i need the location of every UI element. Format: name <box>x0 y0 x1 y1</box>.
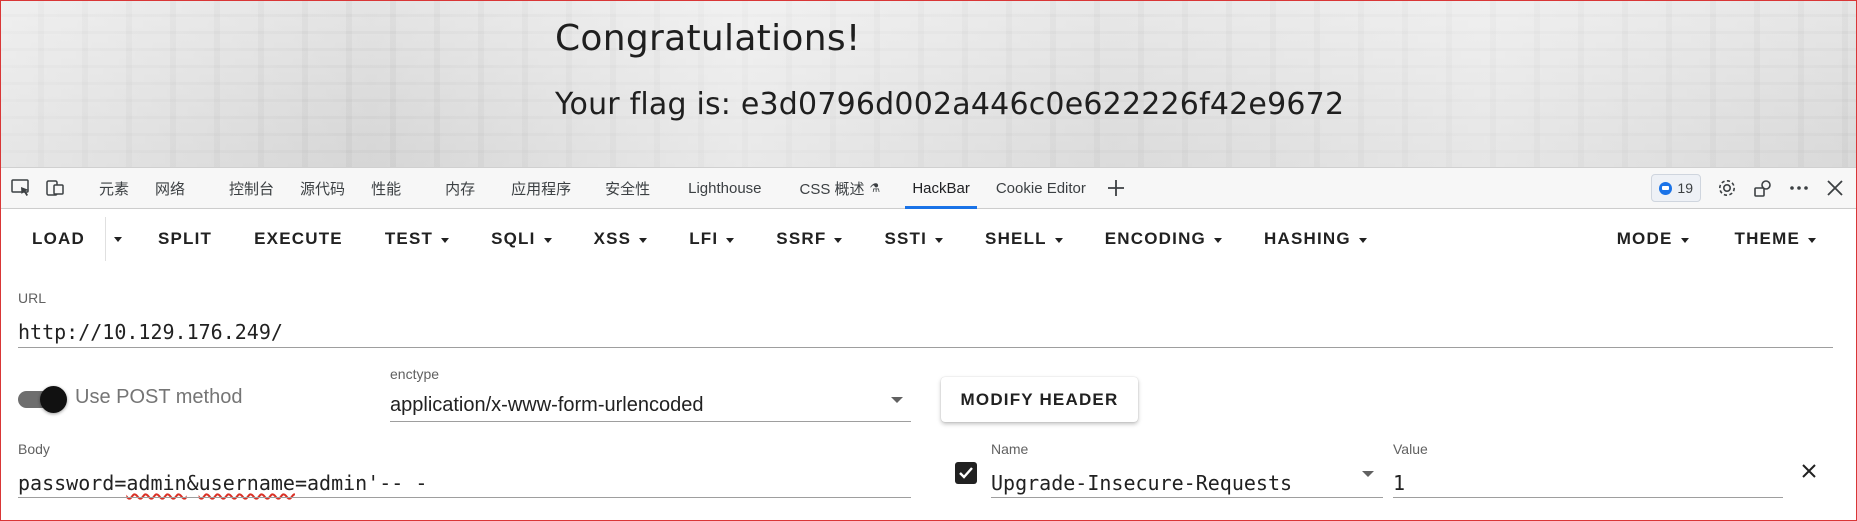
body-part: =admin'-- - <box>294 471 428 495</box>
theme-menu[interactable]: THEME <box>1718 217 1834 261</box>
tab-console[interactable]: 控制台 <box>216 168 287 209</box>
chevron-down-icon <box>1054 237 1063 243</box>
body-label: Body <box>18 441 50 457</box>
customize-icon[interactable] <box>1745 170 1781 206</box>
tab-performance[interactable]: 性能 <box>358 168 414 209</box>
page-content: Congratulations! Your flag is: e3d0796d0… <box>555 18 1857 167</box>
header-name-underline <box>991 497 1383 498</box>
page-heading: Congratulations! <box>555 18 861 59</box>
ssrf-menu[interactable]: SSRF <box>759 217 859 261</box>
shell-menu-label: SHELL <box>985 229 1047 248</box>
next-row-stub <box>991 514 1031 521</box>
body-underline <box>18 497 911 498</box>
ssti-menu[interactable]: SSTI <box>867 217 960 261</box>
mode-menu-label: MODE <box>1616 229 1673 248</box>
chevron-down-icon[interactable] <box>891 397 903 403</box>
shell-menu[interactable]: SHELL <box>968 217 1080 261</box>
header-enabled-checkbox[interactable] <box>955 462 977 484</box>
header-value-label: Value <box>1393 441 1428 457</box>
tab-network[interactable]: 网络 <box>142 168 198 209</box>
header-value-underline <box>1393 497 1783 498</box>
lfi-menu[interactable]: LFI <box>672 217 751 261</box>
add-tab-icon[interactable] <box>1099 171 1133 205</box>
url-input[interactable]: http://10.129.176.249/ <box>18 320 283 344</box>
enctype-label: enctype <box>390 366 440 382</box>
test-menu[interactable]: TEST <box>368 217 466 261</box>
mode-menu[interactable]: MODE <box>1600 217 1706 261</box>
checkmark-icon <box>959 467 973 479</box>
chevron-down-icon <box>1680 237 1689 243</box>
flask-icon: ⚗ <box>869 181 881 195</box>
sqli-menu-label: SQLI <box>491 229 536 248</box>
tab-memory[interactable]: 内存 <box>432 168 488 209</box>
load-button[interactable]: LOAD <box>0 217 103 261</box>
issues-icon <box>1659 181 1673 195</box>
chevron-down-icon <box>1358 237 1367 243</box>
modify-header-button[interactable]: MODIFY HEADER <box>941 377 1138 422</box>
post-method-toggle-thumb[interactable] <box>40 386 67 413</box>
tab-elements[interactable]: 元素 <box>86 168 142 209</box>
tab-hackbar[interactable]: HackBar <box>899 168 983 209</box>
chevron-down-icon <box>441 237 450 243</box>
hashing-menu-label: HASHING <box>1263 229 1351 248</box>
flag-text: Your flag is: e3d0796d002a446c0e622226f4… <box>555 87 1345 122</box>
enctype-underline <box>390 421 911 422</box>
chevron-down-icon <box>543 237 552 243</box>
lfi-menu-label: LFI <box>689 229 719 248</box>
chevron-down-icon[interactable] <box>1362 471 1374 477</box>
tab-sources[interactable]: 源代码 <box>287 168 358 209</box>
xss-menu[interactable]: XSS <box>577 217 665 261</box>
url-label: URL <box>18 290 47 306</box>
header-name-input[interactable]: Upgrade-Insecure-Requests <box>991 471 1292 495</box>
issues-badge[interactable]: 19 <box>1651 174 1701 202</box>
body-part-spellcheck: username <box>198 471 295 495</box>
theme-menu-label: THEME <box>1734 229 1800 248</box>
chevron-down-icon <box>1213 237 1222 243</box>
execute-button[interactable]: EXECUTE <box>237 217 360 261</box>
more-icon[interactable] <box>1781 170 1817 206</box>
test-menu-label: TEST <box>384 229 434 248</box>
chevron-down-icon <box>834 237 843 243</box>
tab-security[interactable]: 安全性 <box>592 168 663 209</box>
enctype-select[interactable]: application/x-www-form-urlencoded <box>390 394 703 417</box>
sqli-menu[interactable]: SQLI <box>474 217 568 261</box>
chevron-down-icon <box>726 237 735 243</box>
chevron-down-icon <box>1808 237 1816 243</box>
inspect-icon[interactable] <box>4 171 38 205</box>
remove-header-icon[interactable] <box>1797 459 1821 483</box>
body-part: & <box>186 471 199 495</box>
encoding-menu-label: ENCODING <box>1104 229 1206 248</box>
xss-menu-label: XSS <box>593 229 632 248</box>
page-background: Congratulations! Your flag is: e3d0796d0… <box>0 0 1857 167</box>
hashing-menu[interactable]: HASHING <box>1247 217 1384 261</box>
body-part-spellcheck: admin <box>126 471 187 495</box>
devtools-tab-bar: 元素 网络 控制台 源代码 性能 内存 应用程序 安全性 Lighthouse … <box>0 167 1857 209</box>
tab-lighthouse[interactable]: Lighthouse <box>675 168 774 209</box>
chevron-down-icon <box>639 237 648 243</box>
tab-application[interactable]: 应用程序 <box>498 168 584 209</box>
tab-cookie-editor[interactable]: Cookie Editor <box>983 168 1099 209</box>
url-underline <box>18 347 1833 348</box>
load-dropdown-button[interactable] <box>104 217 131 261</box>
ssrf-menu-label: SSRF <box>776 229 827 248</box>
hackbar-menu: LOAD SPLIT EXECUTE TEST SQLI XSS LFI SSR… <box>0 209 1857 269</box>
tab-css-overview[interactable]: CSS 概述 ⚗ <box>787 168 894 209</box>
header-name-label: Name <box>991 441 1029 457</box>
header-value-input[interactable]: 1 <box>1393 471 1405 495</box>
ssti-menu-label: SSTI <box>884 229 928 248</box>
split-button[interactable]: SPLIT <box>141 217 229 261</box>
body-part: password= <box>18 471 127 495</box>
settings-icon[interactable] <box>1709 170 1745 206</box>
close-icon[interactable] <box>1817 170 1853 206</box>
body-input[interactable]: password=admin&username=admin'-- - <box>18 471 427 495</box>
encoding-menu[interactable]: ENCODING <box>1088 217 1239 261</box>
tab-css-overview-label: CSS 概述 <box>799 180 865 198</box>
issues-count: 19 <box>1677 180 1693 196</box>
chevron-down-icon <box>114 236 123 242</box>
post-method-label: Use POST method <box>75 386 243 408</box>
chevron-down-icon <box>935 237 944 243</box>
device-toolbar-icon[interactable] <box>38 171 72 205</box>
